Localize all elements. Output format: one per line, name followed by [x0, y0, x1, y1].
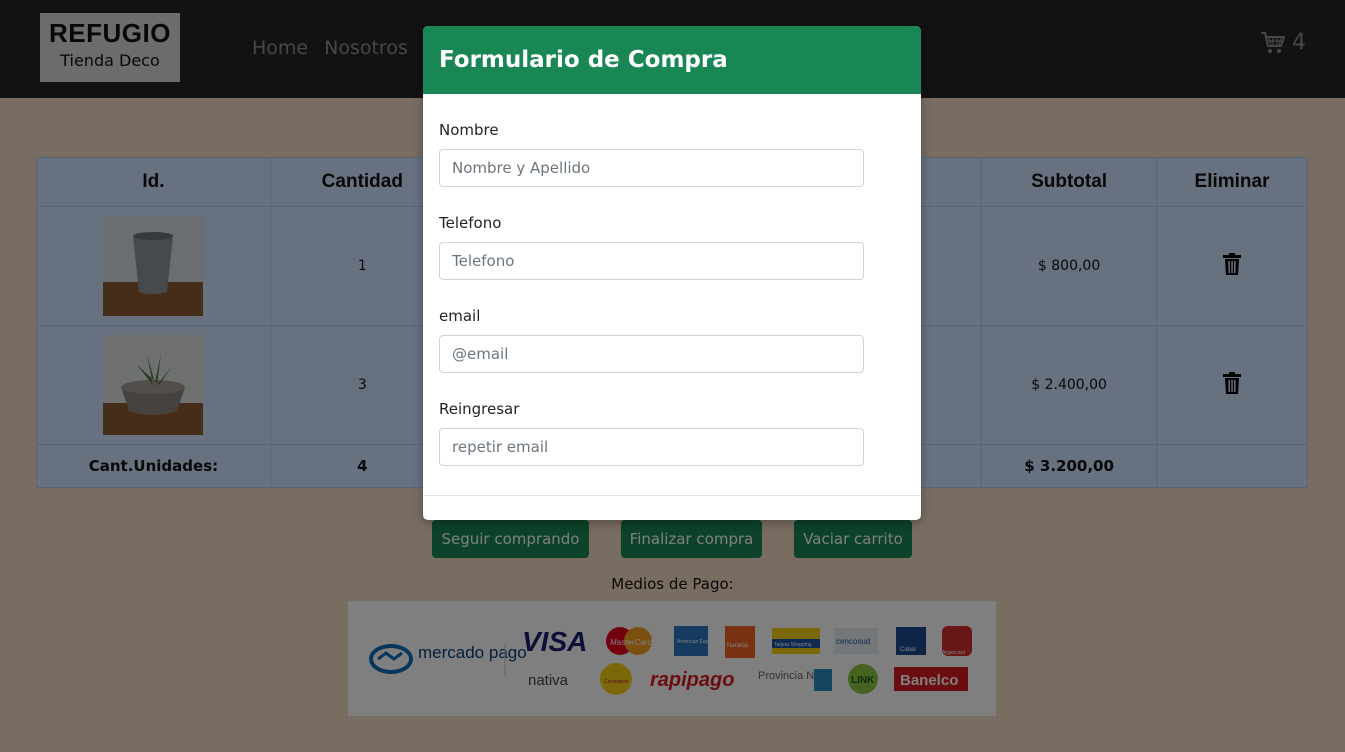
repeat-email-input[interactable] [439, 428, 864, 466]
email-input[interactable] [439, 335, 864, 373]
telefono-input[interactable] [439, 242, 864, 280]
telefono-label: Telefono [439, 214, 502, 232]
email-label: email [439, 307, 481, 325]
modal-footer-divider [423, 495, 921, 496]
reingresar-label: Reingresar [439, 400, 520, 418]
modal-header: Formulario de Compra [423, 26, 921, 94]
purchase-form-modal: Formulario de Compra Nombre Telefono ema… [423, 26, 921, 520]
modal-body: Nombre Telefono email Reingresar [423, 121, 921, 466]
modal-title: Formulario de Compra [439, 47, 728, 73]
nombre-input[interactable] [439, 149, 864, 187]
nombre-label: Nombre [439, 121, 499, 139]
